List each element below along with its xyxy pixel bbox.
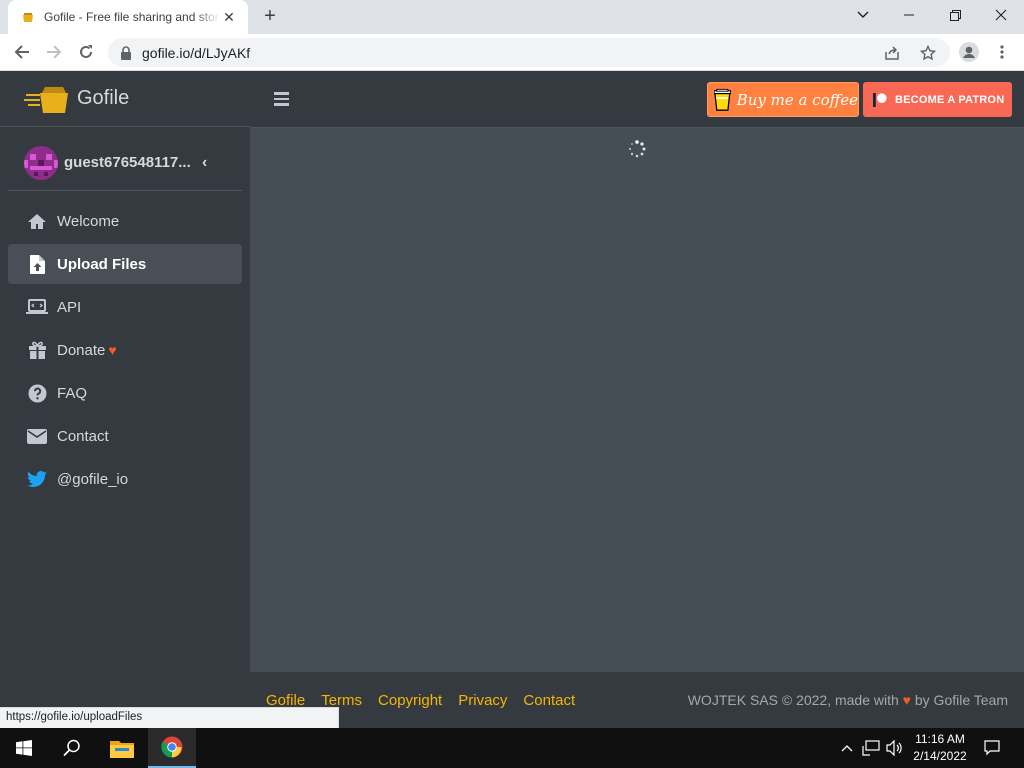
gofile-logo-icon — [24, 86, 68, 113]
become-a-patron-button[interactable]: BECOME A PATRON — [863, 82, 1012, 117]
brand-link[interactable]: Gofile — [0, 71, 250, 127]
tab-title: Gofile - Free file sharing and storage — [44, 10, 220, 24]
sidebar-item-label: Welcome — [57, 212, 120, 230]
sidebar-item-upload-files[interactable]: Upload Files — [8, 244, 242, 284]
link-status-bubble: https://gofile.io/uploadFiles — [0, 707, 339, 728]
footer-link-contact[interactable]: Contact — [523, 692, 575, 709]
sidebar-item-donate[interactable]: Donate ♥ — [8, 330, 242, 370]
browser-toolbar: gofile.io/d/LJyAKf — [0, 34, 1024, 71]
share-icon[interactable] — [884, 38, 900, 67]
network-icon[interactable] — [860, 728, 882, 768]
coffee-cup-icon — [714, 88, 731, 111]
sidebar-item-twitter[interactable]: @gofile_io — [8, 459, 242, 499]
lock-icon[interactable] — [120, 45, 134, 60]
gofile-page: Gofile guest676548117... ‹ Welcome Uploa… — [0, 71, 1024, 728]
footer-link-copyright[interactable]: Copyright — [378, 692, 442, 709]
sidebar-nav: Welcome Upload Files API Donate ♥ FAQ Co… — [8, 201, 242, 502]
action-center-icon[interactable] — [980, 728, 1004, 768]
heart-icon: ♥ — [108, 342, 117, 358]
tab-search-icon[interactable] — [840, 0, 886, 30]
sidebar-item-api[interactable]: API — [8, 287, 242, 327]
url-text[interactable]: gofile.io/d/LJyAKf — [142, 45, 250, 61]
laptop-code-icon — [26, 297, 48, 317]
sidebar-item-label: FAQ — [57, 384, 88, 402]
envelope-icon — [26, 426, 48, 446]
windows-logo-icon — [16, 740, 32, 756]
sidebar-item-label: API — [57, 298, 82, 316]
browser-menu-icon[interactable] — [989, 39, 1015, 65]
patron-label: BECOME A PATRON — [895, 93, 1005, 106]
footer-link-privacy[interactable]: Privacy — [458, 692, 507, 709]
credit-prefix: WOJTEK SAS © 2022, made with — [687, 692, 899, 708]
chrome-taskbar-button[interactable] — [148, 728, 196, 768]
buy-me-a-coffee-button[interactable]: Buy me a coffee — [707, 82, 859, 117]
footer-link-terms[interactable]: Terms — [321, 692, 362, 709]
browser-tab[interactable]: Gofile - Free file sharing and storage ✕ — [8, 0, 248, 34]
coffee-label: Buy me a coffee — [736, 90, 858, 109]
file-explorer-button[interactable] — [98, 728, 146, 768]
reload-button[interactable] — [73, 39, 99, 65]
profile-icon[interactable] — [956, 39, 982, 65]
chevron-left-icon[interactable]: ‹ — [202, 154, 207, 172]
search-button[interactable] — [48, 728, 96, 768]
start-button[interactable] — [0, 728, 48, 768]
chrome-icon — [161, 736, 183, 758]
sidebar-item-label: Donate — [57, 341, 106, 359]
browser-tab-strip: Gofile - Free file sharing and storage ✕… — [0, 0, 1024, 34]
address-bar[interactable]: gofile.io/d/LJyAKf — [108, 38, 950, 67]
restore-button[interactable] — [932, 0, 978, 30]
tab-close-icon[interactable]: ✕ — [220, 8, 238, 26]
sidebar-item-welcome[interactable]: Welcome — [8, 201, 242, 241]
page-footer: Gofile Terms Copyright Privacy Contact W… — [250, 672, 1024, 728]
gofile-favicon — [20, 9, 36, 25]
footer-link-gofile[interactable]: Gofile — [266, 692, 305, 709]
loading-spinner-icon — [628, 140, 646, 158]
avatar — [24, 145, 58, 180]
folder-icon — [110, 740, 134, 758]
windows-taskbar: 11:16 AM 2/14/2022 — [0, 728, 1024, 768]
footer-credit: WOJTEK SAS © 2022, made with ♥ by Gofile… — [688, 692, 1008, 708]
brand-name[interactable]: Gofile — [77, 87, 129, 110]
top-navbar: Buy me a coffee BECOME A PATRON — [250, 71, 1024, 128]
clock-date: 2/14/2022 — [913, 749, 967, 763]
question-circle-icon — [26, 383, 48, 403]
bookmark-star-icon[interactable] — [920, 38, 936, 67]
main-content — [250, 128, 1024, 672]
file-upload-icon — [26, 254, 48, 274]
clock-time: 11:16 AM — [915, 732, 965, 746]
volume-icon[interactable] — [884, 728, 906, 768]
taskbar-clock[interactable]: 11:16 AM 2/14/2022 — [905, 731, 975, 765]
minimize-button[interactable] — [886, 0, 932, 30]
sidebar-item-label: @gofile_io — [57, 470, 129, 488]
hamburger-menu-icon[interactable] — [274, 92, 289, 106]
sidebar-item-contact[interactable]: Contact — [8, 416, 242, 456]
username[interactable]: guest676548117... — [64, 154, 194, 171]
credit-suffix: by Gofile Team — [914, 692, 1008, 708]
user-panel[interactable]: guest676548117... ‹ — [8, 135, 242, 191]
patreon-icon — [873, 92, 887, 107]
forward-button[interactable] — [41, 39, 67, 65]
show-hidden-icons-chevron-icon[interactable] — [838, 728, 856, 768]
heart-icon: ♥ — [902, 692, 911, 708]
gift-icon — [26, 340, 48, 360]
sidebar-item-label: Upload Files — [57, 255, 147, 273]
close-window-button[interactable] — [978, 0, 1024, 30]
sidebar-item-label: Contact — [57, 427, 109, 445]
back-button[interactable] — [9, 39, 35, 65]
twitter-icon — [26, 469, 48, 489]
sidebar-item-faq[interactable]: FAQ — [8, 373, 242, 413]
sidebar: Gofile guest676548117... ‹ Welcome Uploa… — [0, 71, 250, 728]
home-icon — [26, 211, 48, 231]
new-tab-button[interactable]: + — [260, 5, 280, 27]
search-icon — [63, 739, 80, 757]
